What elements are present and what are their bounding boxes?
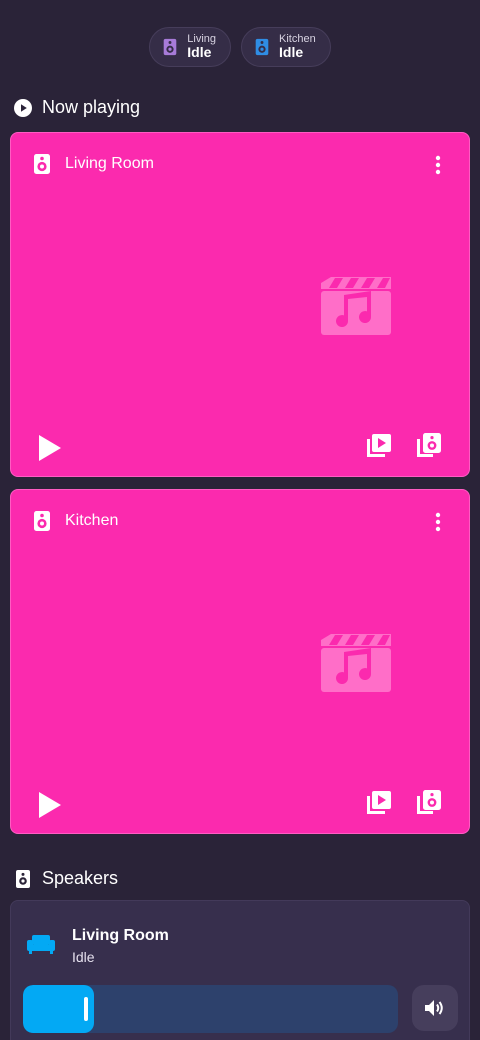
volume-button[interactable]	[412, 985, 458, 1031]
speaker-icon	[163, 38, 177, 56]
speaker-icon	[34, 154, 50, 174]
speaker-multiple-icon[interactable]	[417, 790, 441, 816]
play-icon[interactable]	[37, 790, 63, 820]
speaker-icon	[16, 869, 30, 888]
more-options-button[interactable]	[427, 510, 449, 534]
media-card-kitchen[interactable]: Kitchen	[10, 489, 470, 834]
play-circle-icon	[14, 98, 32, 117]
card-title: Kitchen	[65, 512, 119, 529]
sofa-icon	[27, 935, 55, 954]
playlist-play-icon[interactable]	[367, 790, 391, 816]
more-vertical-icon	[435, 512, 441, 532]
volume-slider[interactable]	[23, 985, 398, 1033]
volume-high-icon	[425, 1000, 443, 1016]
movie-music-icon	[321, 277, 391, 335]
now-playing-header: Now playing	[14, 97, 140, 118]
speaker-state: Idle	[72, 949, 95, 965]
speaker-icon	[34, 511, 50, 531]
speaker-name: Living Room	[72, 927, 169, 944]
section-title: Now playing	[42, 97, 141, 117]
speakers-header: Speakers	[14, 868, 118, 889]
chip-living[interactable]: Living Idle	[149, 27, 232, 67]
speaker-card-living-room[interactable]: Living Room Idle	[10, 900, 470, 1040]
more-vertical-icon	[435, 155, 441, 175]
chip-state: Idle	[187, 44, 212, 61]
speaker-multiple-icon[interactable]	[417, 433, 441, 459]
play-icon[interactable]	[37, 433, 63, 463]
more-options-button[interactable]	[427, 153, 449, 177]
volume-handle[interactable]	[84, 997, 88, 1021]
media-card-living-room[interactable]: Living Room	[10, 132, 470, 477]
playlist-play-icon[interactable]	[367, 433, 391, 459]
section-title: Speakers	[42, 868, 119, 888]
movie-music-icon	[321, 634, 391, 692]
chip-kitchen[interactable]: Kitchen Idle	[241, 27, 331, 67]
card-title: Living Room	[65, 155, 154, 172]
room-chips: Living Idle Kitchen Idle	[0, 27, 480, 67]
chip-state: Idle	[279, 44, 304, 61]
speaker-icon	[255, 38, 269, 56]
